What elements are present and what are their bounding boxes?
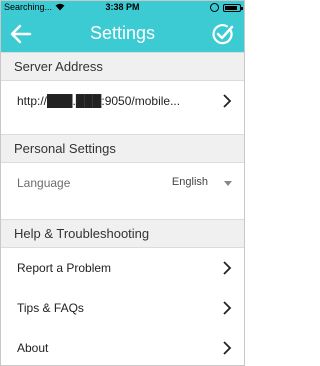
report-problem-label: Report a Problem	[17, 261, 112, 275]
battery-icon	[223, 3, 243, 12]
status-bar: Searching... 3:38 PM	[1, 1, 244, 15]
header-bar: Settings	[1, 15, 244, 52]
language-label: Language	[17, 176, 71, 190]
check-circle-icon[interactable]	[211, 22, 235, 46]
language-row[interactable]: Language English	[1, 163, 244, 203]
rotation-lock-icon	[210, 3, 219, 12]
dropdown-caret-icon[interactable]	[224, 181, 232, 186]
status-right	[210, 3, 243, 12]
status-time: 3:38 PM	[105, 2, 140, 12]
server-address-value: http://███.███:9050/mobile...	[17, 94, 181, 108]
about-label: About	[17, 341, 49, 355]
tips-faqs-row[interactable]: Tips & FAQs	[1, 288, 244, 328]
server-address-row[interactable]: http://███.███:9050/mobile...	[1, 81, 244, 121]
chevron-right-icon	[223, 94, 232, 108]
section-personal-header: Personal Settings	[1, 134, 244, 163]
report-problem-row[interactable]: Report a Problem	[1, 248, 244, 288]
tips-faqs-label: Tips & FAQs	[17, 301, 84, 315]
about-row[interactable]: About	[1, 328, 244, 365]
section-help-header: Help & Troubleshooting	[1, 219, 244, 248]
chevron-right-icon	[223, 341, 232, 355]
settings-screen: Searching... 3:38 PM Settings Server Add…	[0, 0, 245, 366]
chevron-right-icon	[223, 301, 232, 315]
page-title: Settings	[89, 23, 156, 43]
section-server-header: Server Address	[1, 52, 244, 81]
language-select-value[interactable]: English	[172, 176, 208, 188]
chevron-right-icon	[223, 261, 232, 275]
